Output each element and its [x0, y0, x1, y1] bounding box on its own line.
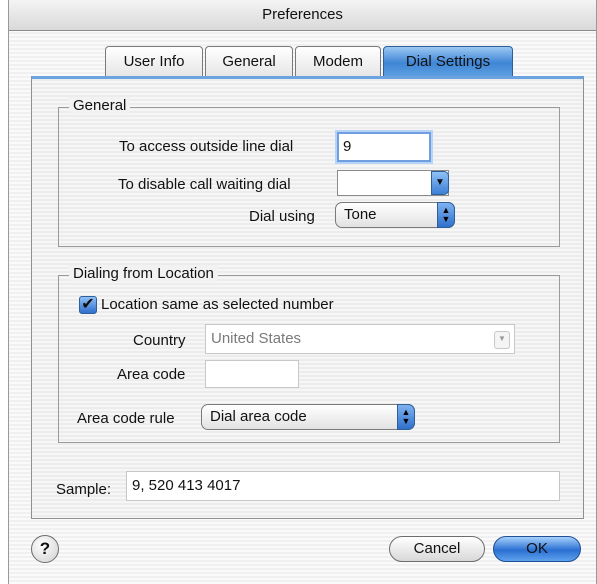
country-combo: United States ▼	[205, 324, 515, 354]
call-waiting-combo[interactable]: ▼	[337, 170, 449, 196]
chevron-down-icon: ▼	[494, 331, 510, 349]
same-location-label[interactable]: Location same as selected number	[101, 296, 334, 313]
country-value: United States	[211, 330, 302, 347]
chevron-down-icon[interactable]: ▼	[431, 171, 449, 195]
sample-label: Sample:	[56, 481, 112, 498]
area-code-input	[205, 360, 299, 388]
dial-using-label: Dial using	[249, 208, 315, 225]
dial-using-select[interactable]: Tone ▲ ▼	[335, 202, 455, 228]
sample-value: 9, 520 413 4017	[132, 477, 241, 494]
general-group: General To access outside line dial 9 To…	[58, 97, 560, 247]
location-group-title: Dialing from Location	[69, 265, 218, 282]
outside-line-label: To access outside line dial	[119, 138, 294, 155]
area-code-label: Area code	[117, 366, 186, 383]
tab-general[interactable]: General	[205, 46, 293, 76]
tab-user-info[interactable]: User Info	[105, 46, 203, 76]
call-waiting-label: To disable call waiting dial	[118, 176, 291, 193]
same-location-checkbox[interactable]: ✔	[79, 296, 97, 314]
ok-button[interactable]: OK	[493, 536, 581, 562]
help-button[interactable]: ?	[31, 535, 59, 563]
area-code-rule-value: Dial area code	[210, 408, 307, 425]
window-title: Preferences	[9, 0, 596, 31]
sample-field: 9, 520 413 4017	[126, 471, 560, 501]
tab-dial-settings[interactable]: Dial Settings	[383, 46, 513, 76]
dial-settings-panel: General To access outside line dial 9 To…	[31, 76, 584, 519]
country-label: Country	[133, 332, 186, 349]
tab-modem[interactable]: Modem	[295, 46, 381, 76]
area-code-rule-label: Area code rule	[77, 410, 175, 427]
up-down-arrows-icon: ▲ ▼	[437, 202, 455, 228]
location-group: Dialing from Location ✔ Location same as…	[58, 265, 560, 443]
up-down-arrows-icon: ▲ ▼	[397, 404, 415, 430]
dial-using-value: Tone	[344, 206, 377, 223]
area-code-rule-select[interactable]: Dial area code ▲ ▼	[201, 404, 415, 430]
preferences-window: Preferences User Info General Modem Dial…	[8, 0, 597, 584]
general-group-title: General	[69, 97, 131, 114]
cancel-button[interactable]: Cancel	[389, 536, 485, 562]
outside-line-input[interactable]: 9	[337, 132, 431, 162]
